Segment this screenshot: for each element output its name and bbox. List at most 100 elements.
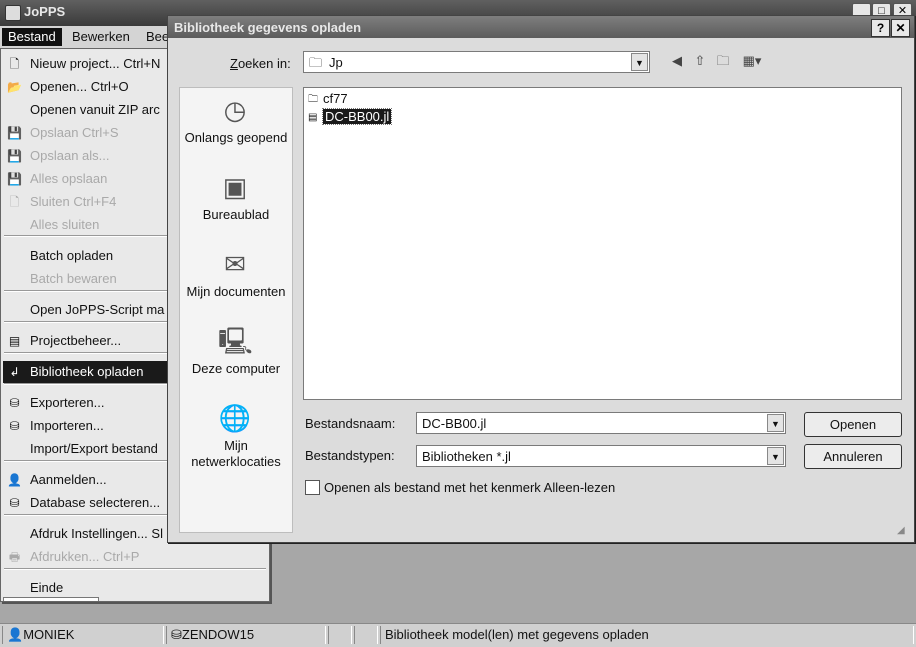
version-label: 3.23 4/4/11 — [3, 597, 99, 601]
file-list-item-name: cf77 — [323, 91, 348, 106]
folder-icon: 🗀 — [309, 55, 323, 70]
chevron-down-icon[interactable]: ▼ — [767, 447, 784, 465]
file-menu-item-label: Alles sluiten — [30, 217, 100, 232]
readonly-checkbox-label: Openen als bestand met het kenmerk Allee… — [324, 480, 616, 495]
filename-value: DC-BB00.jl — [422, 416, 487, 431]
export-icon: ⛁ — [9, 396, 20, 410]
status-message: Bibliotheek model(len) met gegevens opla… — [380, 626, 914, 644]
import-icon: ⛁ — [9, 419, 20, 433]
filename-input[interactable]: DC-BB00.jl ▼ — [416, 412, 786, 434]
file-menu-item-label: Alles opslaan — [30, 171, 108, 186]
file-menu-item-label: Nieuw project... Ctrl+N — [30, 56, 161, 71]
filetype-value: Bibliotheken *.jl — [422, 449, 511, 464]
status-empty-panel — [328, 626, 352, 644]
chevron-down-icon[interactable]: ▼ — [767, 414, 784, 432]
save-as-icon: 💾 — [7, 149, 22, 163]
view-menu-icon[interactable]: ▦▾ — [738, 52, 766, 70]
menu-bewerken[interactable]: Bewerken — [66, 28, 136, 46]
desktop-icon: ▣ — [222, 172, 248, 202]
printer-icon: 🖶 — [8, 550, 21, 564]
filetype-select[interactable]: Bibliotheken *.jl ▼ — [416, 445, 786, 467]
file-menu-item-label: Import/Export bestand — [30, 441, 158, 456]
file-menu-item-label: Einde — [30, 580, 64, 595]
back-icon[interactable]: ◀ — [668, 52, 686, 70]
file-menu-item-label: Aanmelden... — [30, 472, 107, 487]
file-list[interactable]: 🗀 cf77 ▤ DC-BB00.jl — [303, 87, 902, 400]
chevron-down-icon[interactable]: ▼ — [631, 53, 648, 71]
file-menu-item-label: Batch opladen — [30, 248, 114, 263]
database-icon: ⛁ — [171, 627, 182, 642]
status-user: 👤MONIEK — [2, 626, 164, 644]
app-title: JoPPS — [24, 4, 66, 19]
database-select-icon: ⛁ — [9, 496, 20, 510]
places-item[interactable]: ✉ Mijn documenten — [180, 248, 292, 320]
places-item[interactable]: ◷ Onlangs geopend — [180, 94, 292, 166]
project-manager-icon: ▤ — [8, 334, 21, 348]
places-item-label: Mijn netwerklocaties — [191, 438, 281, 469]
places-item[interactable]: ▣ Bureaublad — [180, 171, 292, 243]
file-menu-item: 🖶 Afdrukken... Ctrl+P — [3, 546, 267, 568]
user-icon: 👤 — [7, 627, 24, 642]
file-menu-item-label: Opslaan als... — [30, 148, 110, 163]
open-button[interactable]: Openen — [804, 412, 902, 437]
file-menu-item-label: Open JoPPS-Script ma — [30, 302, 165, 317]
folder-icon: 🗀 — [308, 93, 318, 105]
file-menu-item-label: Openen vanuit ZIP arc — [30, 102, 160, 117]
resize-grip-icon[interactable]: ◢ — [897, 525, 911, 539]
file-menu-item-label: Importeren... — [30, 418, 104, 433]
menu-bestand[interactable]: Bestand — [2, 28, 62, 46]
look-in-label: Zoeken in: — [230, 56, 291, 71]
look-in-combo[interactable]: 🗀 Jp ▼ — [303, 51, 650, 73]
places-item-label: Bureaublad — [202, 207, 270, 222]
recent-icon: ◷ — [223, 95, 247, 125]
file-menu-item-label: Batch bewaren — [30, 271, 117, 286]
open-file-dialog: Bibliotheek gegevens opladen ? ✕ Zoeken … — [167, 15, 915, 543]
new-folder-icon[interactable]: 🗀 — [714, 52, 732, 70]
login-user-icon: 👤 — [7, 473, 22, 487]
file-menu-item-label: Sluiten Ctrl+F4 — [30, 194, 117, 209]
dialog-close-button[interactable]: ✕ — [891, 19, 910, 37]
file-menu-item-label: Bibliotheek opladen — [30, 364, 144, 379]
file-menu-item-label: Afdrukken... Ctrl+P — [30, 549, 140, 564]
save-icon: 💾 — [7, 126, 22, 140]
library-load-icon: ↲ — [9, 365, 20, 379]
my-computer-icon: 🖳 — [218, 326, 253, 356]
statusbar: 👤MONIEK ⛁ZENDOW15 Bibliotheek model(len)… — [0, 623, 916, 647]
open-folder-icon: 📂 — [7, 80, 22, 94]
places-item[interactable]: 🖳 Deze computer — [180, 325, 292, 397]
places-item[interactable]: 🌐 Mijn netwerklocaties — [180, 402, 292, 474]
file-menu-item-label: Database selecteren... — [30, 495, 161, 510]
status-database: ⛁ZENDOW15 — [166, 626, 326, 644]
network-places-icon: 🌐 — [218, 403, 252, 433]
file-list-item[interactable]: ▤ DC-BB00.jl — [308, 108, 393, 126]
filetype-label: Bestandstypen: — [305, 448, 395, 463]
look-in-value: Jp — [329, 55, 343, 70]
menu-separator — [4, 568, 266, 570]
close-file-icon: 🗋 — [9, 195, 20, 209]
places-bar: ◷ Onlangs geopend ▣ Bureaublad ✉ Mijn documen… — [179, 87, 293, 533]
up-folder-icon[interactable]: ⇧ — [691, 52, 709, 70]
file-list-item-name: DC-BB00.jl — [321, 108, 393, 125]
status-empty-panel — [354, 626, 378, 644]
app-icon — [5, 5, 21, 21]
file-menu-item[interactable]: Einde — [3, 577, 267, 599]
filename-label: Bestandsnaam: — [305, 416, 396, 431]
file-menu-item-label: Openen... Ctrl+O — [30, 79, 129, 94]
file-menu-item-label: Projectbeheer... — [30, 333, 122, 348]
save-all-icon: 💾 — [7, 172, 22, 186]
places-item-label: Onlangs geopend — [184, 130, 288, 145]
help-button[interactable]: ? — [871, 19, 890, 37]
places-item-label: Deze computer — [191, 361, 281, 376]
file-list-item[interactable]: 🗀 cf77 — [308, 90, 348, 108]
places-item-label: Mijn documenten — [186, 284, 286, 299]
file-menu-item-label: Opslaan Ctrl+S — [30, 125, 119, 140]
file-menu-item-label: Afdruk Instellingen... Sl — [30, 526, 163, 541]
my-documents-icon: ✉ — [224, 249, 246, 279]
dialog-title: Bibliotheek gegevens opladen — [174, 20, 362, 35]
dialog-titlebar: Bibliotheek gegevens opladen ? ✕ — [168, 16, 914, 38]
new-project-icon: 🗋 — [9, 57, 20, 71]
readonly-checkbox[interactable] — [305, 480, 320, 495]
cancel-button[interactable]: Annuleren — [804, 444, 902, 469]
file-icon: ▤ — [308, 111, 318, 123]
file-menu-item-label: Exporteren... — [30, 395, 105, 410]
